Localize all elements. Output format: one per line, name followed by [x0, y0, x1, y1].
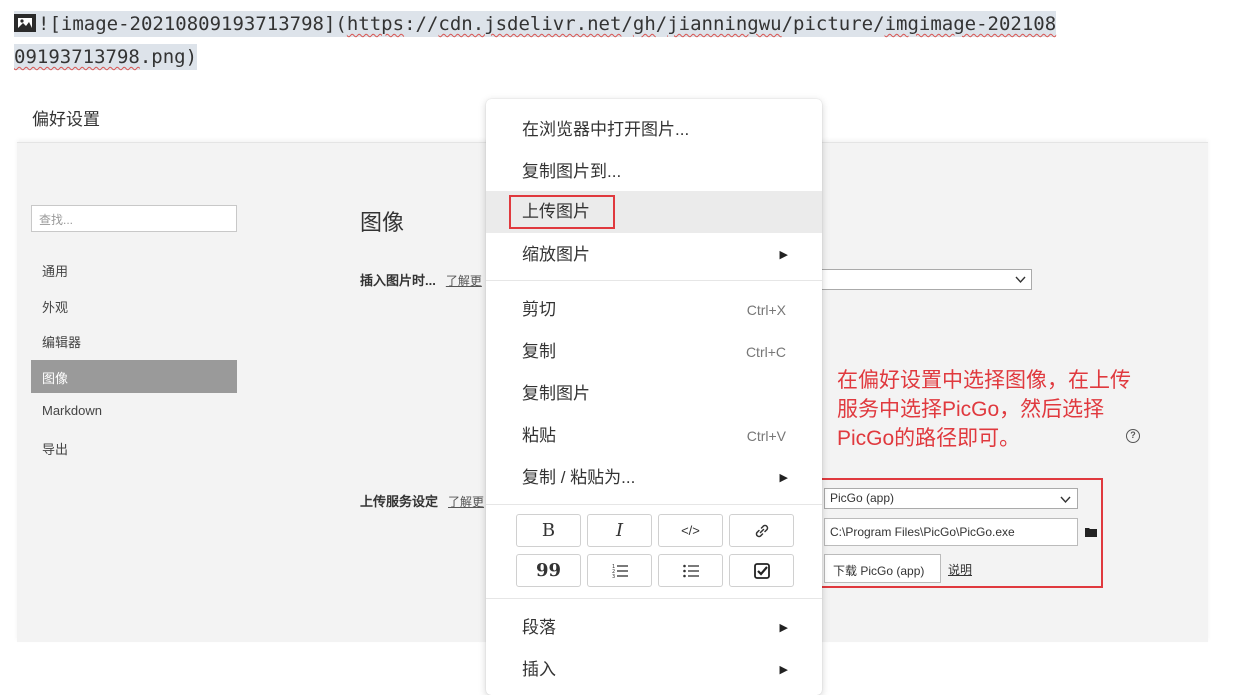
submenu-arrow-icon: ▶: [779, 664, 788, 676]
task-list-button[interactable]: [729, 554, 794, 587]
menu-item-copy-paste-as[interactable]: 复制 / 粘贴为... ▶: [486, 457, 822, 499]
menu-separator: [486, 280, 822, 281]
checkbox-icon: [753, 563, 770, 580]
quote-button[interactable]: 99: [516, 554, 581, 587]
insert-image-label: 插入图片时... 了解更: [360, 273, 482, 288]
menu-item-copy-image[interactable]: 复制图片: [486, 373, 822, 415]
link-button[interactable]: [729, 514, 794, 547]
ordered-list-button[interactable]: 123: [587, 554, 652, 587]
bold-button[interactable]: B: [516, 514, 581, 547]
upload-image-highlight-box: [509, 195, 615, 229]
submenu-arrow-icon: ▶: [779, 622, 788, 634]
code-button[interactable]: </>: [658, 514, 723, 547]
link-icon: [755, 525, 768, 538]
svg-text:3: 3: [612, 574, 615, 580]
help-icon[interactable]: ?: [1126, 429, 1140, 443]
context-menu: 在浏览器中打开图片... 复制图片到... 上传图片 缩放图片 ▶ 剪切 Ctrl+…: [486, 99, 822, 695]
menu-separator: [486, 504, 822, 505]
menu-item-copy-image-to[interactable]: 复制图片到...: [486, 151, 822, 193]
upload-service-label: 上传服务设定 了解更: [360, 494, 485, 509]
annotation-text: 在偏好设置中选择图像，在上传 服务中选择PicGo，然后选择 PicGo的路径即…: [837, 369, 1131, 450]
download-picgo-button[interactable]: 下载 PicGo (app): [824, 554, 941, 583]
menu-item-insert[interactable]: 插入 ▶: [486, 649, 822, 691]
unordered-list-button[interactable]: [658, 554, 723, 587]
explain-link[interactable]: 说明: [948, 561, 972, 578]
folder-icon[interactable]: [1085, 527, 1097, 537]
picgo-path-input[interactable]: C:\Program Files\PicGo\PicGo.exe: [824, 518, 1078, 546]
insert-image-select[interactable]: [812, 269, 1032, 290]
menu-separator: [486, 598, 822, 599]
md-image-alt: ![image-20210809193713798](: [38, 13, 347, 35]
section-heading: 图像: [360, 210, 405, 235]
ordered-list-icon: 123: [612, 564, 628, 580]
sidebar-item-image[interactable]: 图像: [31, 360, 237, 393]
menu-item-paste[interactable]: 粘贴 Ctrl+V: [486, 415, 822, 457]
preferences-search-input[interactable]: 查找...: [31, 205, 237, 232]
markdown-source-line[interactable]: ![image-20210809193713798](https://cdn.j…: [14, 8, 1214, 74]
upload-learn-more-link[interactable]: 了解更: [448, 495, 484, 509]
upload-service-select[interactable]: PicGo (app): [824, 488, 1078, 509]
sidebar-item-markdown[interactable]: Markdown: [31, 395, 237, 428]
italic-button[interactable]: I: [587, 514, 652, 547]
insert-learn-more-link[interactable]: 了解更: [446, 274, 482, 288]
menu-item-zoom-image[interactable]: 缩放图片 ▶: [486, 234, 822, 276]
menu-item-open-in-browser[interactable]: 在浏览器中打开图片...: [486, 109, 822, 151]
menu-item-cut[interactable]: 剪切 Ctrl+X: [486, 289, 822, 331]
sidebar-item-general[interactable]: 通用: [31, 253, 237, 286]
sidebar-item-editor[interactable]: 编辑器: [31, 324, 237, 357]
unordered-list-icon: [682, 564, 699, 578]
image-icon: [14, 14, 36, 32]
preferences-title: 偏好设置: [32, 110, 100, 129]
submenu-arrow-icon: ▶: [779, 472, 788, 484]
menu-item-paragraph[interactable]: 段落 ▶: [486, 607, 822, 649]
menu-item-copy[interactable]: 复制 Ctrl+C: [486, 331, 822, 373]
chevron-down-icon: [1060, 496, 1071, 504]
sidebar-item-appearance[interactable]: 外观: [31, 289, 237, 322]
sidebar-item-export[interactable]: 导出: [31, 431, 237, 464]
chevron-down-icon: [1015, 276, 1026, 284]
submenu-arrow-icon: ▶: [779, 249, 788, 261]
